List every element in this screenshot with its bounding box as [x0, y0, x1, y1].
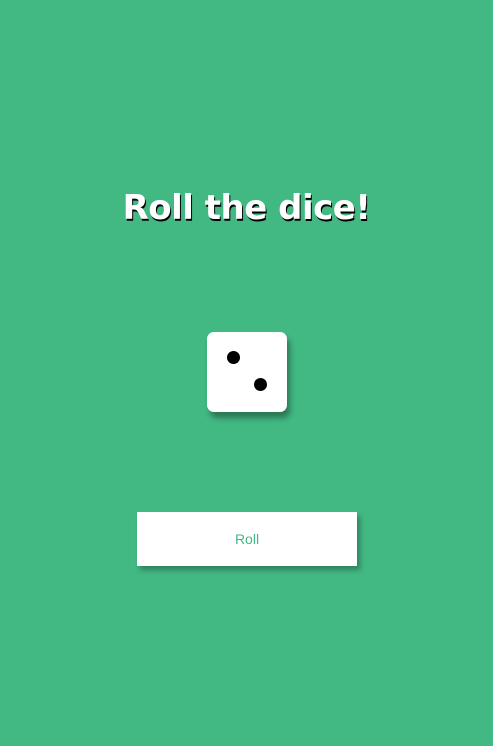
dice [207, 332, 287, 412]
die-pip [254, 378, 267, 391]
page-title: Roll the dice! [122, 188, 371, 228]
die-pip [227, 351, 240, 364]
roll-button[interactable]: Roll [137, 512, 357, 566]
